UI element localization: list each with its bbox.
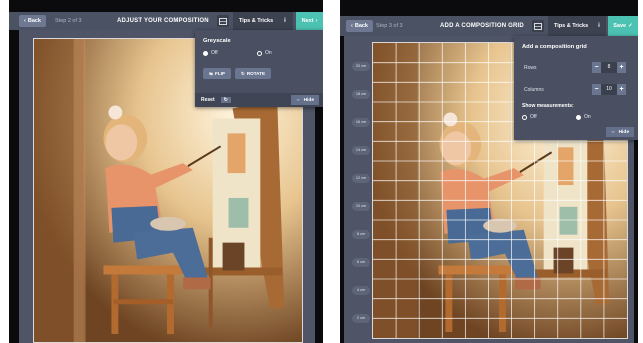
ruler-label: 16 cm <box>352 118 370 127</box>
panel-title: Add a composition grid <box>522 44 587 50</box>
radio-selected-icon <box>203 50 208 56</box>
chevron-right-icon: › <box>315 18 318 24</box>
info-icon[interactable]: i <box>592 16 606 36</box>
top-toolbar: ‹ Back Step 3 of 3 ADD A COMPOSITION GRI… <box>340 16 638 36</box>
greyscale-on-radio[interactable]: On <box>257 50 272 56</box>
hide-button[interactable]: ⇔ Hide <box>290 95 319 105</box>
greyscale-panel: Greyscale Off On ⇆ FLIP ↻ ROTATE Reset ↻… <box>195 30 323 107</box>
ruler-label: 4 cm <box>352 286 370 295</box>
minus-icon[interactable]: − <box>592 84 601 95</box>
rows-label: Rows <box>524 65 537 71</box>
rotate-icon: ↻ <box>240 70 245 76</box>
check-icon: ✓ <box>628 23 633 29</box>
reset-label: Reset <box>201 97 215 103</box>
columns-label: Columns <box>524 87 544 93</box>
minus-icon[interactable]: − <box>592 62 601 73</box>
rotate-button[interactable]: ↻ ROTATE <box>235 68 271 79</box>
reset-button[interactable]: Reset ↻ <box>201 97 231 103</box>
rows-stepper[interactable]: − 8 + <box>592 62 626 73</box>
grid-icon[interactable] <box>532 20 544 32</box>
hide-label: Hide <box>618 129 629 135</box>
info-icon[interactable]: i <box>277 12 293 30</box>
ruler-label: 18 cm <box>352 90 370 99</box>
measurement-ruler: 20 cm 18 cm 16 cm 14 cm 12 cm 10 cm 8 cm… <box>352 42 372 339</box>
ruler-label: 10 cm <box>352 202 370 211</box>
arrows-icon: ⇔ <box>610 129 616 135</box>
tips-and-tricks-button[interactable]: Tips & Tricks <box>233 12 280 30</box>
rows-value[interactable]: 8 <box>601 62 617 73</box>
grid-icon[interactable] <box>217 15 229 27</box>
radio-label: Off <box>530 114 537 120</box>
measurements-on-radio[interactable]: On <box>576 114 591 120</box>
chevron-left-icon: ‹ <box>351 23 353 29</box>
page-title: ADJUST YOUR COMPOSITION <box>117 18 209 24</box>
plus-icon[interactable]: + <box>617 84 626 95</box>
plus-icon[interactable]: + <box>617 62 626 73</box>
ruler-label: 20 cm <box>352 62 370 71</box>
next-label: Next <box>301 18 314 24</box>
flip-button[interactable]: ⇆ FLIP <box>203 68 231 79</box>
flip-icon: ⇆ <box>209 70 213 76</box>
page-title: ADD A COMPOSITION GRID <box>440 23 524 29</box>
radio-unselected-icon <box>522 114 527 120</box>
hide-button[interactable]: ⇔ Hide <box>605 127 634 137</box>
columns-stepper[interactable]: − 10 + <box>592 84 626 95</box>
top-toolbar: ‹ Back Step 2 of 3 ADJUST YOUR COMPOSITI… <box>9 12 323 30</box>
show-measurements-label: Show measurements: <box>522 103 574 109</box>
composition-grid-panel: Add a composition grid Rows − 8 + Column… <box>514 36 638 140</box>
ruler-label: 2 cm <box>352 314 370 323</box>
panel-footer: Reset ↻ ⇔ Hide <box>195 93 323 107</box>
radio-label: On <box>265 50 272 56</box>
rotate-label: ROTATE <box>246 71 266 76</box>
hide-label: Hide <box>303 97 314 103</box>
greyscale-off-radio[interactable]: Off <box>203 50 218 56</box>
back-label: Back <box>354 23 368 29</box>
ruler-label: 6 cm <box>352 258 370 267</box>
back-button[interactable]: ‹ Back <box>19 15 46 27</box>
flip-label: FLIP <box>214 71 225 76</box>
radio-label: Off <box>211 50 218 56</box>
ruler-label: 12 cm <box>352 174 370 183</box>
tablet-screen-step-2: ‹ Back Step 2 of 3 ADJUST YOUR COMPOSITI… <box>9 0 323 343</box>
ruler-label: 14 cm <box>352 146 370 155</box>
radio-unselected-icon <box>257 50 262 56</box>
radio-label: On <box>584 114 591 120</box>
measurements-off-radio[interactable]: Off <box>522 114 537 120</box>
radio-selected-icon <box>576 114 581 120</box>
back-button[interactable]: ‹ Back <box>346 20 373 32</box>
chevron-left-icon: ‹ <box>24 18 26 24</box>
save-label: Save <box>613 23 627 29</box>
ruler-label: 8 cm <box>352 230 370 239</box>
save-button[interactable]: Save ✓ <box>608 16 638 36</box>
step-indicator: Step 3 of 3 <box>376 23 403 29</box>
step-indicator: Step 2 of 3 <box>55 18 82 24</box>
next-button[interactable]: Next › <box>296 12 323 30</box>
panel-title: Greyscale <box>203 38 231 44</box>
tablet-screen-step-3: ‹ Back Step 3 of 3 ADD A COMPOSITION GRI… <box>340 0 638 343</box>
back-label: Back <box>27 18 41 24</box>
arrows-icon: ⇔ <box>295 97 301 103</box>
columns-value[interactable]: 10 <box>601 84 617 95</box>
tips-and-tricks-button[interactable]: Tips & Tricks <box>548 16 595 36</box>
reset-icon: ↻ <box>220 97 231 103</box>
